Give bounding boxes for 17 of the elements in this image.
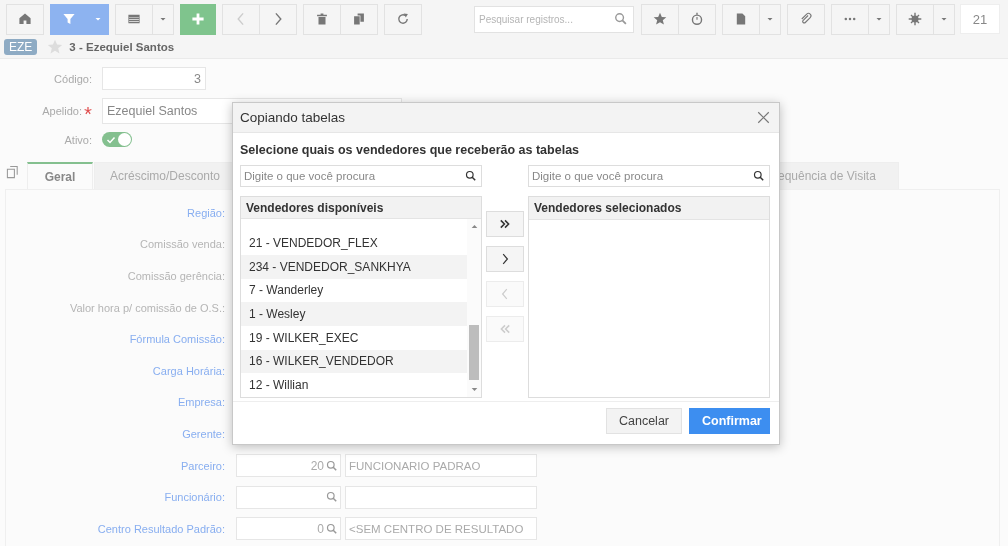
- record-badge: EZE: [4, 39, 38, 55]
- dialog-title: Copiando tabelas: [240, 110, 346, 125]
- field-label: Código:: [54, 72, 92, 85]
- record-title: 3 - Ezequiel Santos: [69, 41, 175, 53]
- field-value: 0: [317, 521, 324, 536]
- field-label: Comissão venda:: [139, 238, 225, 251]
- description-field: <SEM CENTRO DE RESULTADO: [345, 517, 537, 541]
- description-field: FUNCIONARIO PADRAO: [345, 454, 537, 478]
- list-header: Vendedores selecionados: [529, 197, 769, 220]
- field-label: Ativo:: [64, 133, 92, 146]
- list-header: Vendedores disponíveis: [241, 197, 481, 220]
- field-label: Comissão gerência:: [126, 270, 225, 282]
- record-counter: 21: [960, 4, 1000, 34]
- field-label: Valor hora p/ comissão de O.S.:: [68, 301, 225, 314]
- field-label: Apelido:: [42, 105, 82, 117]
- dialog-subtitle: Selecione quais os vendedores que receberão as tabelas: [240, 143, 581, 157]
- field-value: 20: [310, 458, 324, 473]
